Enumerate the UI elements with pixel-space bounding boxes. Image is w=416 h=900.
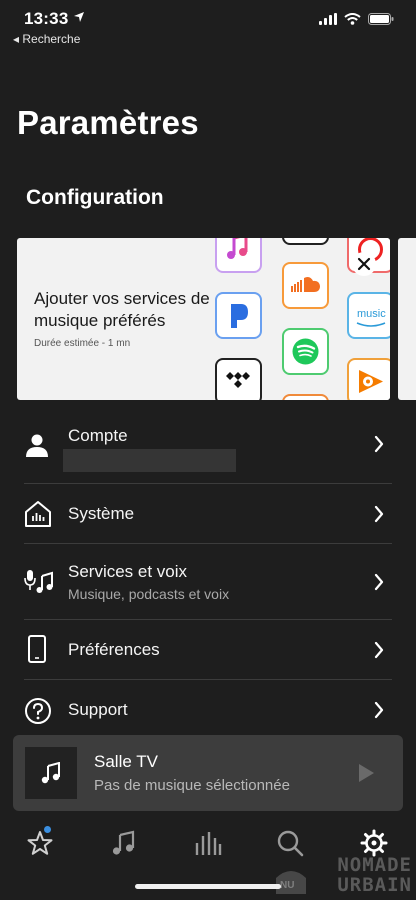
play-icon[interactable] xyxy=(357,763,375,783)
back-to-app-link[interactable]: ◂ Recherche xyxy=(13,32,80,46)
battery-icon xyxy=(368,13,394,25)
status-indicators xyxy=(319,13,394,25)
status-time: 13:33 xyxy=(24,9,69,28)
menu-label-support: Support xyxy=(68,700,128,719)
pandora-icon xyxy=(215,292,262,339)
menu-label-services: Services et voix xyxy=(68,562,188,581)
status-bar: 13:33 ◂ Recherche xyxy=(0,0,416,52)
music-note-icon xyxy=(41,762,60,784)
chevron-right-icon xyxy=(374,641,384,659)
chevron-right-icon xyxy=(374,435,384,453)
now-playing-room: Salle TV xyxy=(94,752,158,771)
star-icon xyxy=(27,831,53,855)
chevron-right-icon xyxy=(374,573,384,591)
add-music-services-card[interactable]: Ajouter vos services de musique préférés… xyxy=(17,238,390,400)
top-service-icon xyxy=(282,238,329,245)
amazon-music-label: music xyxy=(357,308,386,320)
menu-item-preferences[interactable]: Préférences xyxy=(24,620,392,679)
close-card-button[interactable] xyxy=(352,252,376,276)
tab-browse[interactable] xyxy=(104,823,144,863)
tab-rooms[interactable] xyxy=(188,823,228,863)
apple-music-icon xyxy=(215,238,262,273)
page-title: Paramètres xyxy=(17,104,199,141)
close-icon xyxy=(357,257,371,271)
music-note-icon xyxy=(112,830,135,855)
spotify-icon xyxy=(282,328,329,375)
next-setup-card[interactable] xyxy=(398,238,416,400)
voice-music-icon xyxy=(24,570,53,593)
now-playing-status: Pas de musique sélectionnée xyxy=(94,777,290,794)
menu-sublabel-services: Musique, podcasts et voix xyxy=(68,586,230,602)
soundcloud-icon xyxy=(282,262,329,309)
tidal-icon xyxy=(215,358,262,400)
cellular-signal-icon xyxy=(319,13,337,25)
help-icon xyxy=(25,698,51,724)
rooms-bars-icon xyxy=(195,832,222,855)
menu-item-systeme[interactable]: Système xyxy=(24,484,392,543)
account-redacted-field xyxy=(63,449,236,472)
person-icon xyxy=(26,434,48,457)
service-tile-orange-icon xyxy=(282,394,329,400)
watermark-badge: NU xyxy=(280,880,295,891)
nomade-urbain-watermark: NU NOMADE URBAIN xyxy=(270,852,416,898)
notification-dot xyxy=(44,826,51,833)
menu-label-compte: Compte xyxy=(68,426,128,445)
home-system-icon xyxy=(25,501,51,527)
menu-label-systeme: Système xyxy=(68,504,135,523)
google-play-music-icon xyxy=(347,358,390,400)
watermark-line-2: URBAIN xyxy=(337,874,412,896)
watermark-line-1: NOMADE xyxy=(337,854,412,876)
amazon-music-icon: music xyxy=(347,292,390,339)
section-title-configuration: Configuration xyxy=(26,186,164,209)
location-arrow-icon xyxy=(74,12,84,22)
album-art xyxy=(25,747,77,799)
menu-item-support[interactable]: Support xyxy=(24,680,392,740)
menu-label-preferences: Préférences xyxy=(68,640,160,659)
tab-favorites[interactable] xyxy=(20,823,60,863)
chevron-right-icon xyxy=(374,505,384,523)
phone-icon xyxy=(28,635,46,663)
menu-item-services-voix[interactable]: Services et voix Musique, podcasts et vo… xyxy=(24,544,392,619)
menu-item-compte[interactable]: Compte xyxy=(24,422,392,482)
home-indicator[interactable] xyxy=(135,884,281,889)
wifi-icon xyxy=(344,13,361,25)
chevron-right-icon xyxy=(374,701,384,719)
now-playing-bar[interactable]: Salle TV Pas de musique sélectionnée xyxy=(13,735,403,811)
promo-title: Ajouter vos services de musique préférés xyxy=(34,289,210,330)
promo-duration: Durée estimée - 1 mn xyxy=(34,338,131,349)
